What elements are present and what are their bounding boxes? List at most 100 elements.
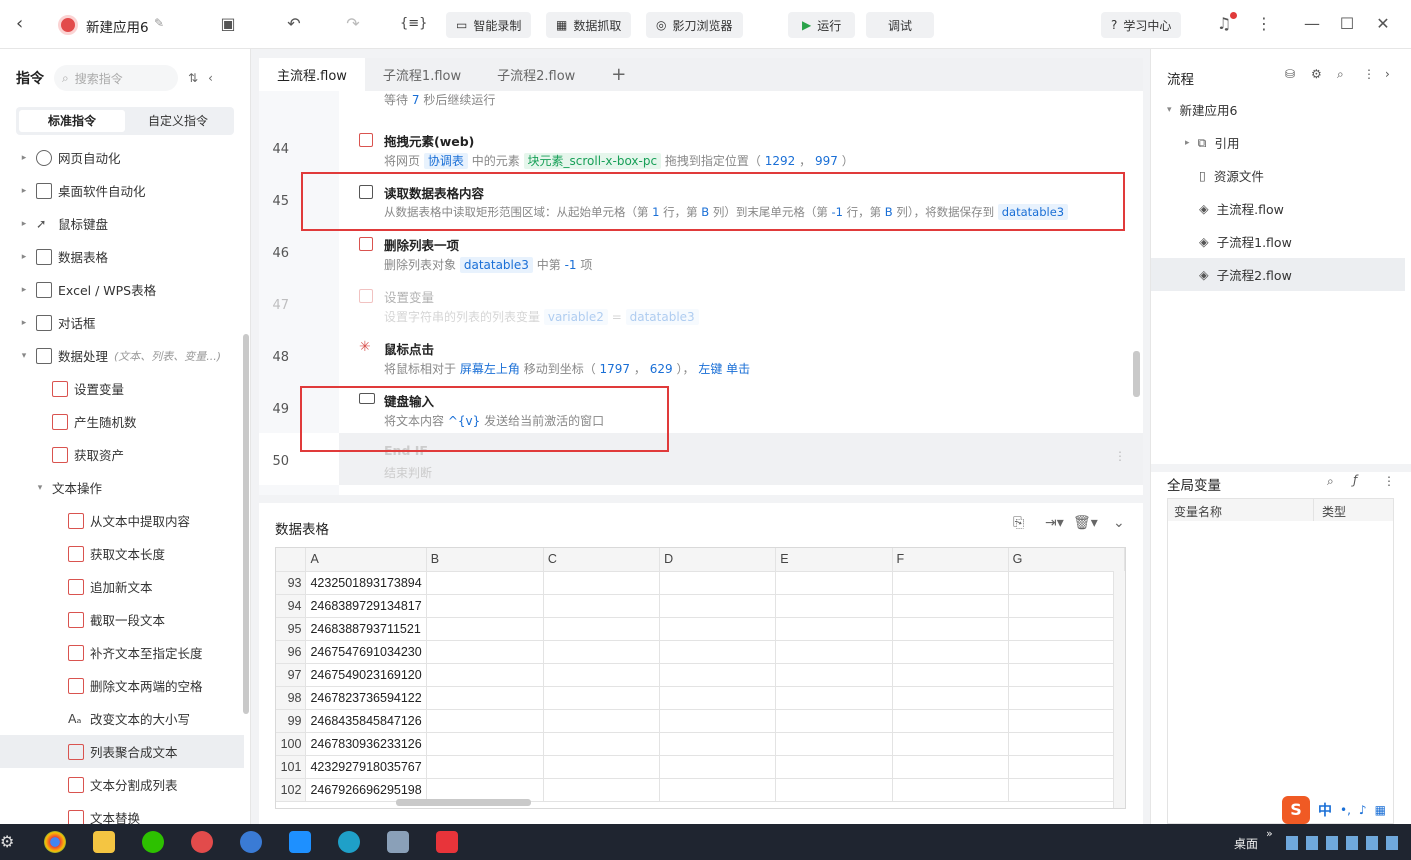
table-cell[interactable]	[1008, 663, 1125, 687]
back-icon[interactable]: ‹	[16, 13, 23, 34]
trash-icon[interactable]: 🗑▾	[1073, 515, 1098, 531]
undo-icon[interactable]: ↶	[284, 14, 304, 34]
yingdao-icon[interactable]	[191, 831, 213, 853]
table-cell[interactable]	[775, 594, 893, 618]
table-cell[interactable]: 2468388793711521	[305, 617, 427, 641]
table-cell[interactable]	[892, 686, 1009, 710]
table-cell[interactable]	[543, 755, 661, 779]
table-cell[interactable]	[543, 686, 661, 710]
tree-item-text-ops[interactable]: ▾ 文本操作	[0, 471, 244, 504]
table-cell[interactable]	[892, 617, 1009, 641]
tab-subflow-1[interactable]: 子流程1.flow	[365, 58, 479, 91]
settings-icon[interactable]: ⚙	[0, 832, 14, 851]
search-app-icon[interactable]	[240, 831, 262, 853]
table-cell[interactable]	[426, 755, 544, 779]
table-cell[interactable]	[659, 778, 777, 802]
grid-vscroll[interactable]	[1113, 571, 1125, 808]
tab-custom[interactable]: 自定义指令	[125, 110, 231, 132]
table-cell[interactable]	[1008, 571, 1125, 595]
flow-tree-ref[interactable]: ▸ ⧉ 引用	[1151, 126, 1405, 159]
table-cell[interactable]	[659, 686, 777, 710]
tree-item-data-processing[interactable]: ▾ 数据处理 (文本、列表、变量...)	[0, 339, 244, 372]
table-cell[interactable]	[1008, 686, 1125, 710]
table-cell[interactable]	[1008, 732, 1125, 756]
tree-item-selected[interactable]: 列表聚合成文本	[0, 735, 244, 768]
tree-item[interactable]: ▸ 对话框	[0, 306, 244, 339]
tree-item[interactable]: ▸ Excel / WPS表格	[0, 273, 244, 306]
more-icon[interactable]: ⋮	[1363, 67, 1375, 81]
table-cell[interactable]	[892, 778, 1009, 802]
flow-tree-resources[interactable]: ▯ 资源文件	[1151, 159, 1405, 192]
table-cell[interactable]	[426, 778, 544, 802]
add-tab-icon[interactable]: +	[593, 58, 644, 91]
table-cell[interactable]	[1008, 617, 1125, 641]
chevron-down-icon[interactable]: ⌄	[1113, 515, 1125, 531]
table-cell[interactable]	[892, 709, 1009, 733]
taskbar-desktop-label[interactable]: 桌面	[1234, 835, 1258, 852]
table-cell[interactable]	[543, 617, 661, 641]
table-cell[interactable]	[892, 663, 1009, 687]
flow-tree-main[interactable]: ◈ 主流程.flow	[1151, 192, 1405, 225]
table-cell[interactable]: 2467823736594122	[305, 686, 427, 710]
tab-subflow-2[interactable]: 子流程2.flow	[479, 58, 593, 91]
table-cell[interactable]	[426, 640, 544, 664]
save-icon[interactable]: ▣	[218, 14, 238, 34]
table-cell[interactable]	[659, 755, 777, 779]
chrome-icon[interactable]	[44, 831, 66, 853]
db-add-icon[interactable]: ⛁	[1285, 67, 1295, 81]
smart-record-button[interactable]: ▭ 智能录制	[446, 12, 532, 38]
table-cell[interactable]: 2467830936233126	[305, 732, 427, 756]
tree-item[interactable]: 设置变量	[0, 372, 244, 405]
table-cell[interactable]	[775, 686, 893, 710]
tree-item[interactable]: 追加新文本	[0, 570, 244, 603]
tree-item[interactable]: 文本分割成列表	[0, 768, 244, 801]
table-cell[interactable]	[543, 732, 661, 756]
table-cell[interactable]	[775, 640, 893, 664]
step-row-46[interactable]: 46 删除列表一项 删除列表对象 datatable3 中第 -1 项	[259, 225, 1143, 277]
table-cell[interactable]	[659, 640, 777, 664]
table-cell[interactable]: 2467549023169120	[305, 663, 427, 687]
tab-standard[interactable]: 标准指令	[19, 110, 125, 132]
flow-tree-subflow-1[interactable]: ◈ 子流程1.flow	[1151, 225, 1405, 258]
table-cell[interactable]: 2468389729134817	[305, 594, 427, 618]
table-cell[interactable]: 4232501893173894	[305, 571, 427, 595]
tree-item[interactable]: 产生随机数	[0, 405, 244, 438]
table-cell[interactable]	[892, 755, 1009, 779]
command-search[interactable]: ⌕ 搜索指令	[54, 65, 178, 91]
table-cell[interactable]: 2467926696295198	[305, 778, 427, 802]
table-cell[interactable]	[543, 594, 661, 618]
function-icon[interactable]: ƒ	[1353, 473, 1357, 487]
debug-button[interactable]: 调试	[866, 12, 935, 38]
tree-item[interactable]: ▸ 网页自动化	[0, 141, 244, 174]
table-cell[interactable]	[543, 778, 661, 802]
table-cell[interactable]	[543, 640, 661, 664]
table-cell[interactable]	[775, 571, 893, 595]
flow-tree-subflow-2[interactable]: ◈ 子流程2.flow	[1151, 258, 1405, 291]
table-cell[interactable]	[892, 571, 1009, 595]
table-cell[interactable]	[659, 617, 777, 641]
column-header[interactable]: B	[426, 548, 544, 572]
table-cell[interactable]	[1008, 709, 1125, 733]
tree-item[interactable]: 截取一段文本	[0, 603, 244, 636]
table-cell[interactable]	[775, 732, 893, 756]
tree-item[interactable]: 从文本中提取内容	[0, 504, 244, 537]
table-cell[interactable]: 2467547691034230	[305, 640, 427, 664]
table-cell[interactable]	[426, 732, 544, 756]
tool-icon[interactable]	[387, 831, 409, 853]
ime-bar[interactable]: S 中 •, ♪ ▦	[1282, 796, 1411, 824]
data-scrape-button[interactable]: ▦ 数据抓取	[546, 12, 632, 38]
step-row-44[interactable]: 44 拖拽元素(web) 将网页 协调表 中的元素 块元素_scroll-x-b…	[259, 121, 1143, 173]
browser-button[interactable]: ◎ 影刀浏览器	[646, 12, 743, 38]
table-cell[interactable]: 4232927918035767	[305, 755, 427, 779]
grid-hscroll-thumb[interactable]	[396, 799, 531, 806]
tree-item[interactable]: 删除文本两端的空格	[0, 669, 244, 702]
step-row-48[interactable]: 48 ✳ 鼠标点击 将鼠标相对于 屏幕左上角 移动到坐标（ 1797 ， 629…	[259, 329, 1143, 381]
tray-expand-icon[interactable]: »	[1266, 827, 1273, 840]
editor-scrollbar[interactable]	[1133, 351, 1140, 397]
table-cell[interactable]	[659, 663, 777, 687]
table-cell[interactable]	[775, 663, 893, 687]
column-header[interactable]: A	[305, 548, 427, 572]
wps-icon[interactable]	[436, 831, 458, 853]
sort-icon[interactable]: ⇅	[188, 71, 198, 85]
table-cell[interactable]	[426, 617, 544, 641]
